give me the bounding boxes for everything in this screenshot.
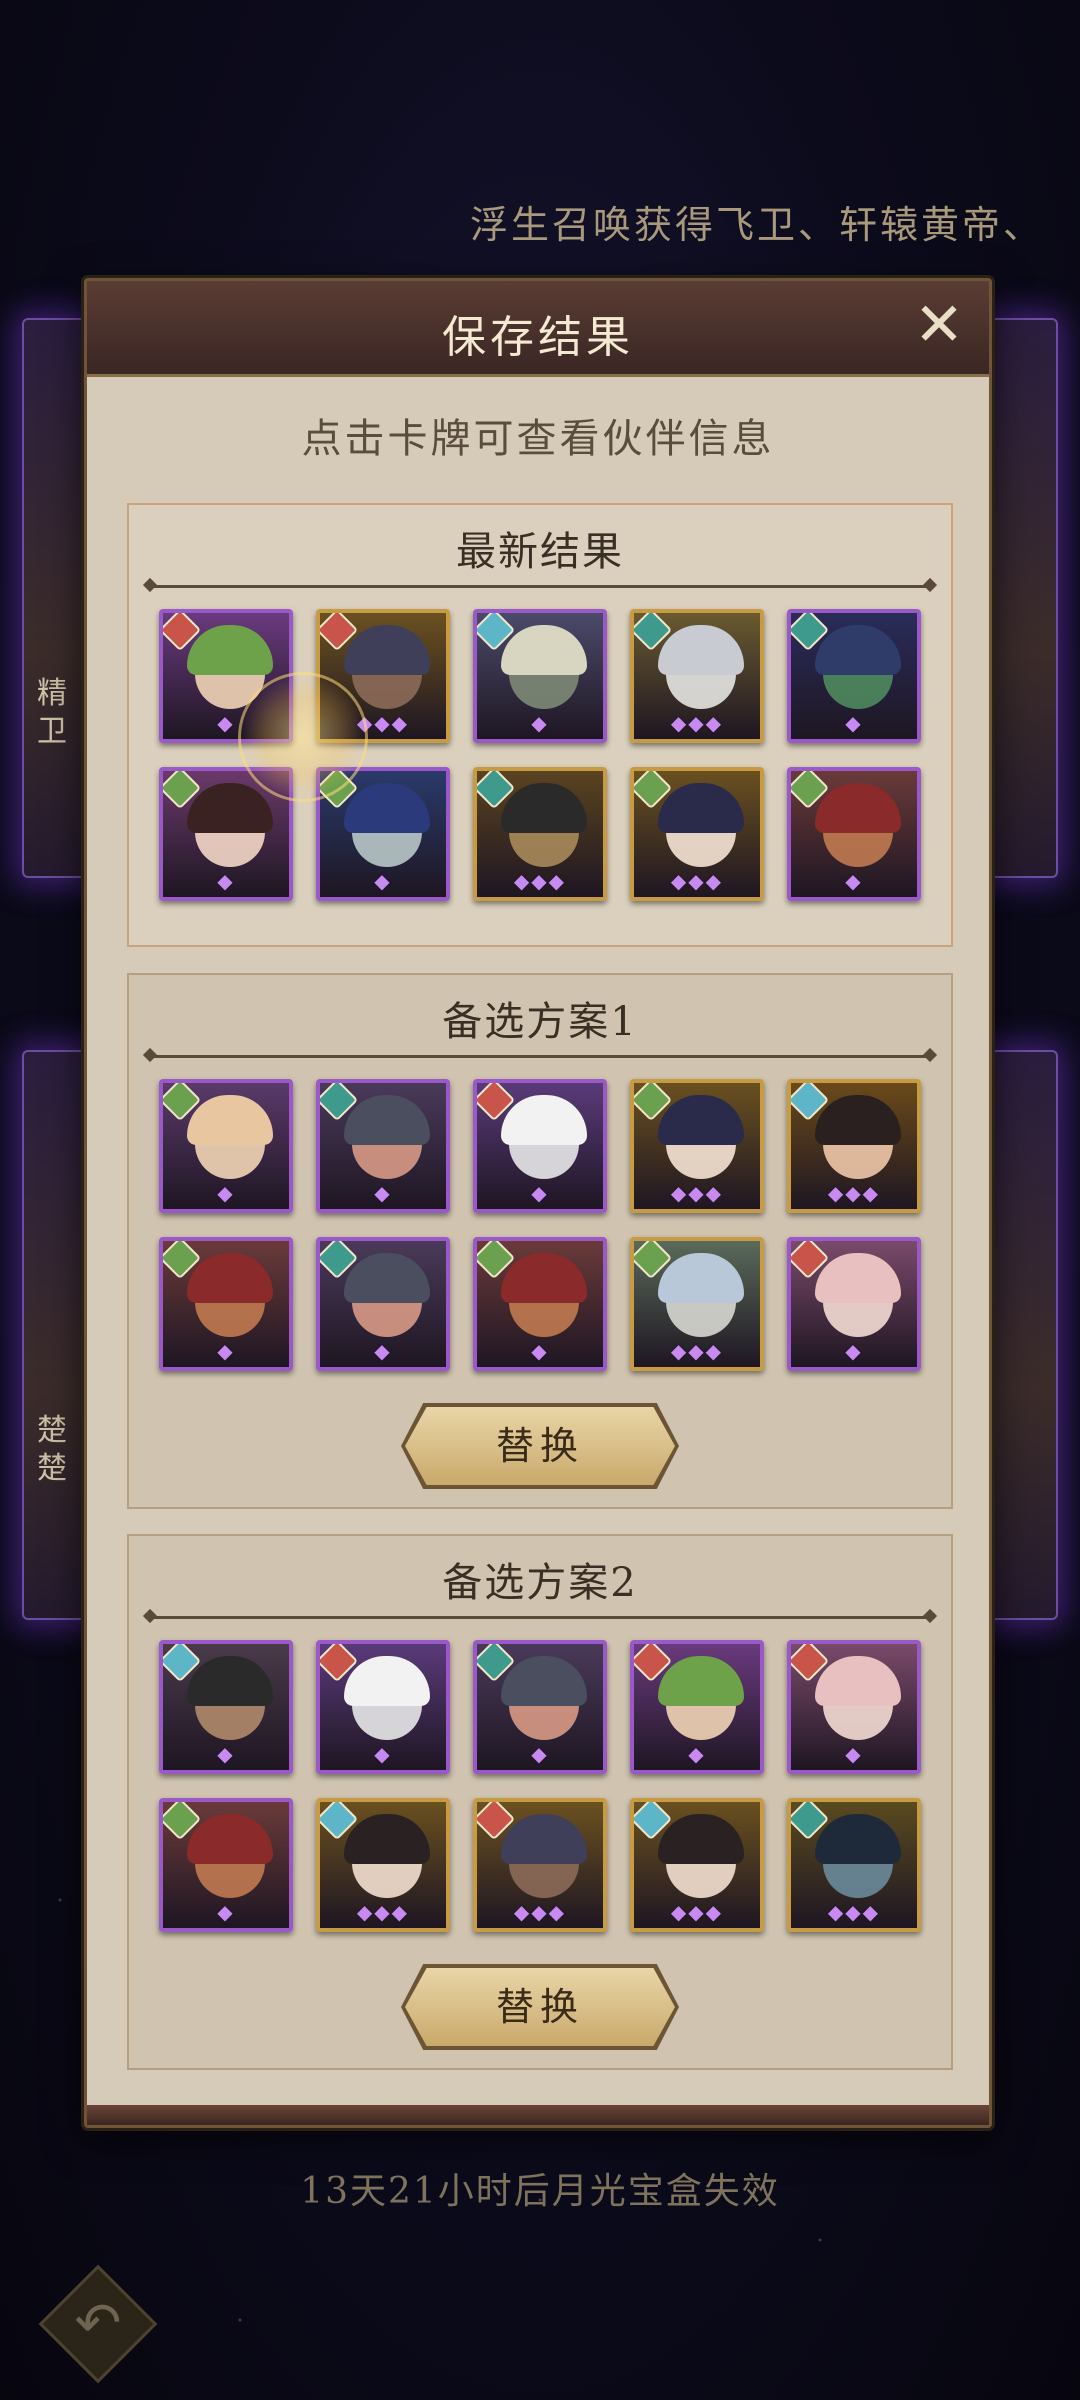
background-card-name: 精卫 bbox=[37, 676, 67, 749]
star-rating-icon: ◆◆◆ bbox=[827, 1181, 881, 1205]
close-icon[interactable]: ✕ bbox=[909, 295, 969, 357]
card-grid: ◆ ◆ ◆ ◆◆◆ ◆◆◆ ◆ ◆ ◆ ◆◆◆ ◆ bbox=[159, 1079, 925, 1371]
star-rating-icon: ◆ bbox=[217, 1900, 235, 1924]
hero-card[interactable]: ◆ bbox=[159, 1237, 293, 1371]
star-rating-icon: ◆◆◆ bbox=[513, 869, 567, 893]
dialog-header: 保存结果 ✕ bbox=[87, 281, 989, 377]
replace-button-label: 替换 bbox=[495, 1424, 584, 1468]
hero-card[interactable]: ◆ bbox=[473, 609, 607, 743]
dialog-title: 保存结果 bbox=[442, 312, 634, 363]
hero-card[interactable]: ◆ bbox=[630, 1640, 764, 1774]
star-rating-icon: ◆ bbox=[217, 711, 235, 735]
star-rating-icon: ◆◆◆ bbox=[670, 1181, 724, 1205]
alternative-plan-2-section: 备选方案2 ◆ ◆ ◆ ◆ ◆ ◆ ◆◆◆ ◆◆◆ ◆◆◆ ◆◆◆ 替换 bbox=[127, 1534, 953, 2070]
replace-button-plan-2[interactable]: 替换 bbox=[401, 1964, 679, 2050]
hero-card[interactable]: ◆ bbox=[159, 609, 293, 743]
expiry-notice: 13天21小时后月光宝盒失效 bbox=[300, 2171, 780, 2212]
star-rating-icon: ◆ bbox=[217, 1339, 235, 1363]
alternative-plan-1-section: 备选方案1 ◆ ◆ ◆ ◆◆◆ ◆◆◆ ◆ ◆ ◆ ◆◆◆ ◆ 替换 bbox=[127, 973, 953, 1509]
card-grid: ◆◆◆◆◆◆◆◆◆◆◆◆◆◆◆◆◆◆ bbox=[159, 609, 925, 901]
section-title: 备选方案2 bbox=[442, 1560, 638, 1606]
hero-card[interactable]: ◆ bbox=[473, 1079, 607, 1213]
star-rating-icon: ◆ bbox=[845, 711, 863, 735]
hero-card[interactable]: ◆ bbox=[159, 1079, 293, 1213]
background-card-left-top: 精卫 bbox=[22, 318, 92, 878]
star-rating-icon: ◆ bbox=[531, 1742, 549, 1766]
section-divider bbox=[149, 1055, 931, 1058]
star-rating-icon: ◆ bbox=[531, 1339, 549, 1363]
star-rating-icon: ◆ bbox=[217, 869, 235, 893]
hero-card[interactable]: ◆◆◆ bbox=[630, 1798, 764, 1932]
star-rating-icon: ◆◆◆ bbox=[356, 711, 410, 735]
hero-card[interactable]: ◆◆◆ bbox=[316, 609, 450, 743]
save-result-dialog: 保存结果 ✕ 点击卡牌可查看伙伴信息 最新结果 ◆ ◆◆◆ ◆ ◆◆◆ ◆ ◆ ◆ ◆◆◆ ◆◆… bbox=[84, 278, 992, 2128]
section-title: 最新结果 bbox=[456, 529, 624, 575]
star-rating-icon: ◆◆◆ bbox=[513, 1900, 567, 1924]
hero-card[interactable]: ◆ bbox=[159, 1798, 293, 1932]
star-rating-icon: ◆ bbox=[845, 1742, 863, 1766]
hero-card[interactable]: ◆ bbox=[316, 1640, 450, 1774]
star-rating-icon: ◆ bbox=[217, 1742, 235, 1766]
star-rating-icon: ◆◆◆ bbox=[670, 1900, 724, 1924]
hero-card[interactable]: ◆ bbox=[787, 1237, 921, 1371]
dialog-hint: 点击卡牌可查看伙伴信息 bbox=[301, 416, 775, 462]
hero-card[interactable]: ◆◆◆ bbox=[630, 767, 764, 901]
hero-card[interactable]: ◆ bbox=[473, 1237, 607, 1371]
star-rating-icon: ◆ bbox=[845, 1339, 863, 1363]
hero-card[interactable]: ◆◆◆ bbox=[316, 1798, 450, 1932]
background-card-right-bottom bbox=[988, 1050, 1058, 1620]
star-rating-icon: ◆◆◆ bbox=[670, 869, 724, 893]
star-rating-icon: ◆ bbox=[374, 1181, 392, 1205]
hero-card[interactable]: ◆◆◆ bbox=[787, 1798, 921, 1932]
star-rating-icon: ◆ bbox=[374, 869, 392, 893]
star-rating-icon: ◆ bbox=[217, 1181, 235, 1205]
star-rating-icon: ◆ bbox=[374, 1339, 392, 1363]
section-divider bbox=[149, 1616, 931, 1619]
star-rating-icon: ◆ bbox=[531, 711, 549, 735]
star-rating-icon: ◆◆◆ bbox=[356, 1900, 410, 1924]
star-rating-icon: ◆◆◆ bbox=[670, 711, 724, 735]
latest-result-section: 最新结果 ◆ ◆◆◆ ◆ ◆◆◆ ◆ ◆ ◆ ◆◆◆ ◆◆◆ ◆ bbox=[127, 503, 953, 947]
back-arrow-icon: ↶ bbox=[74, 2291, 122, 2356]
background-card-right-top bbox=[988, 318, 1058, 878]
hero-card[interactable]: ◆ bbox=[473, 1640, 607, 1774]
hero-card[interactable]: ◆ bbox=[787, 767, 921, 901]
hero-card[interactable]: ◆ bbox=[159, 767, 293, 901]
replace-button-plan-1[interactable]: 替换 bbox=[401, 1403, 679, 1489]
dialog-footer-trim bbox=[87, 2105, 989, 2125]
hero-card[interactable]: ◆◆◆ bbox=[630, 1237, 764, 1371]
section-divider bbox=[149, 585, 931, 588]
background-card-left-bottom: 楚楚 bbox=[22, 1050, 92, 1620]
background-card-name: 楚楚 bbox=[37, 1413, 67, 1486]
star-rating-icon: ◆ bbox=[688, 1742, 706, 1766]
hero-card[interactable]: ◆ bbox=[787, 1640, 921, 1774]
back-button[interactable]: ↶ bbox=[36, 2262, 160, 2386]
star-rating-icon: ◆◆◆ bbox=[827, 1900, 881, 1924]
hero-card[interactable]: ◆◆◆ bbox=[473, 767, 607, 901]
star-rating-icon: ◆◆◆ bbox=[670, 1339, 724, 1363]
hero-card[interactable]: ◆ bbox=[316, 1079, 450, 1213]
hero-card[interactable]: ◆ bbox=[159, 1640, 293, 1774]
hero-card[interactable]: ◆◆◆ bbox=[787, 1079, 921, 1213]
hero-card[interactable]: ◆◆◆ bbox=[630, 609, 764, 743]
hero-card[interactable]: ◆ bbox=[787, 609, 921, 743]
summon-announcement: 浮生召唤获得飞卫、轩辕黄帝、 bbox=[470, 203, 1045, 247]
star-rating-icon: ◆ bbox=[531, 1181, 549, 1205]
hero-card[interactable]: ◆◆◆ bbox=[630, 1079, 764, 1213]
replace-button-label: 替换 bbox=[495, 1985, 584, 2029]
hero-card[interactable]: ◆ bbox=[316, 1237, 450, 1371]
star-rating-icon: ◆ bbox=[845, 869, 863, 893]
card-grid: ◆◆◆◆◆◆◆◆◆◆◆◆◆◆◆◆◆◆ bbox=[159, 1640, 925, 1932]
hero-card[interactable]: ◆ bbox=[316, 767, 450, 901]
hero-card[interactable]: ◆◆◆ bbox=[473, 1798, 607, 1932]
star-rating-icon: ◆ bbox=[374, 1742, 392, 1766]
section-title: 备选方案1 bbox=[442, 999, 638, 1045]
